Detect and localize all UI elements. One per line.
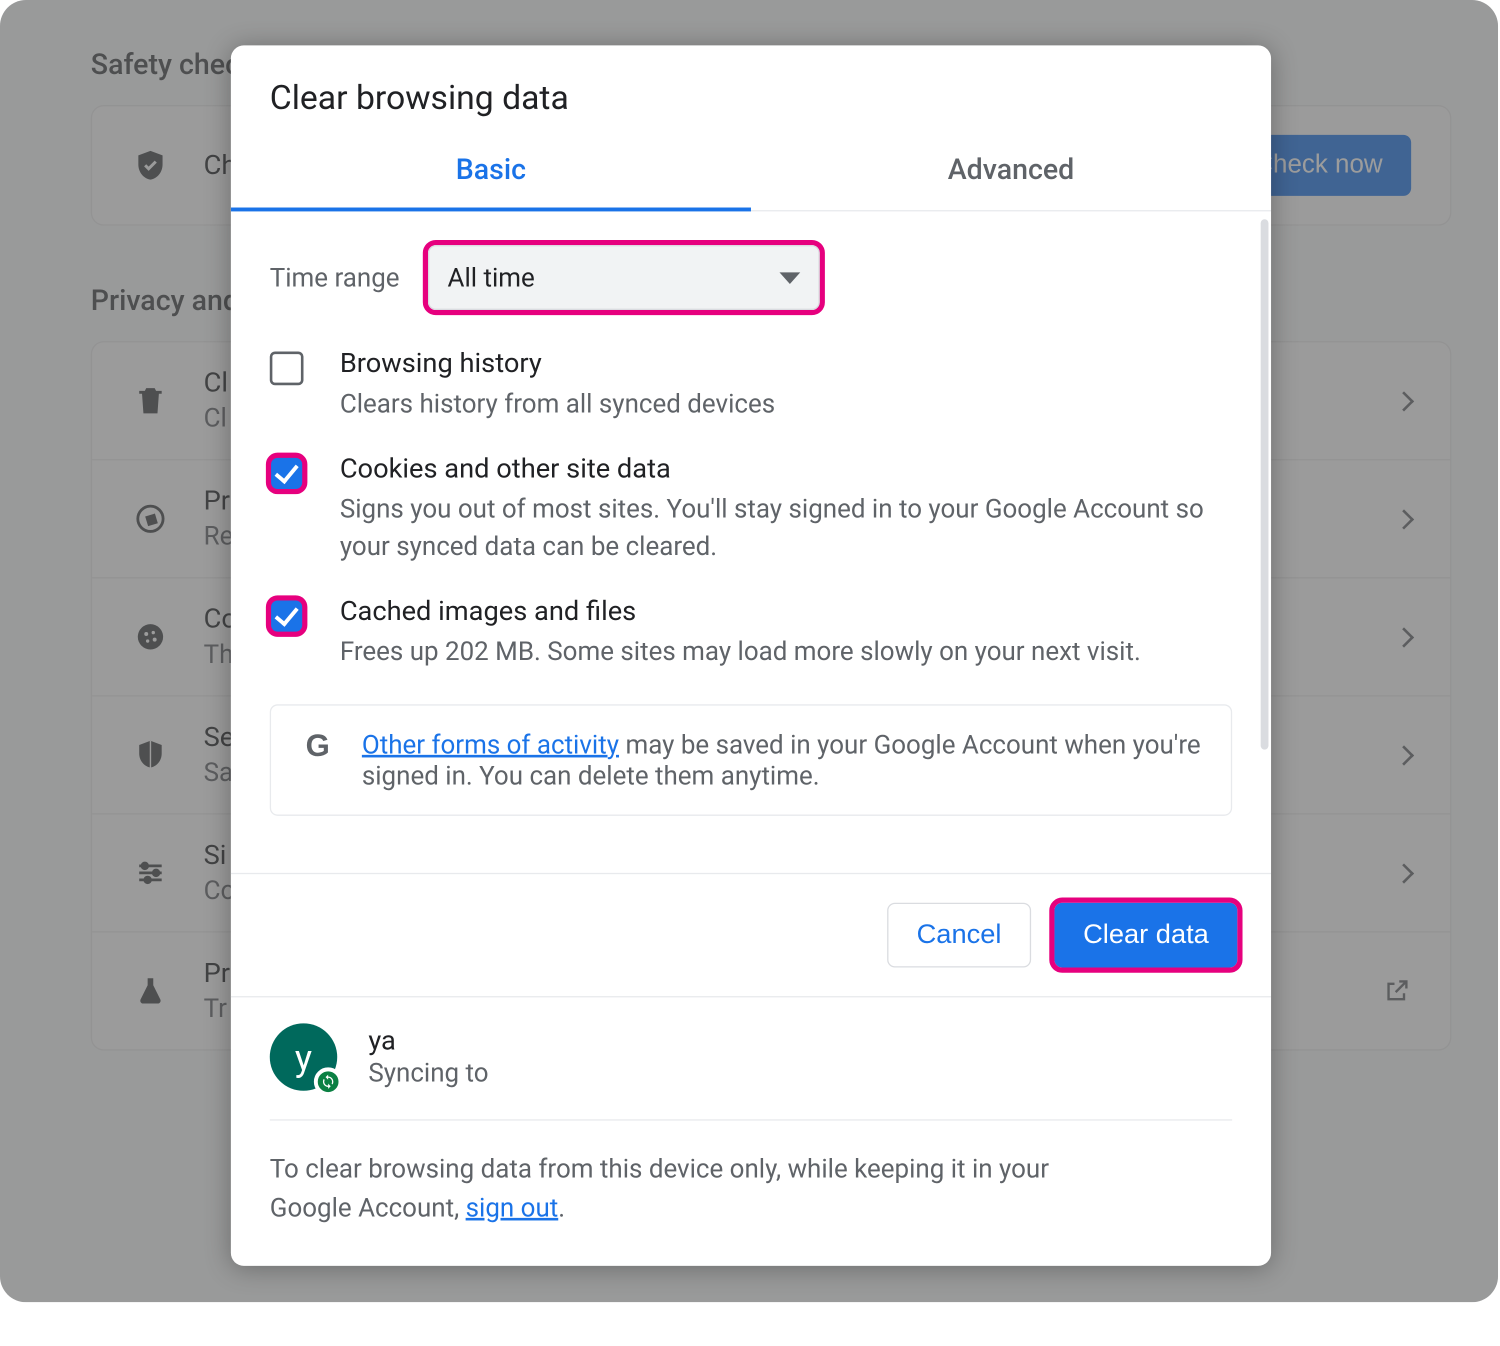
time-range-label: Time range [270, 262, 400, 293]
clear-browsing-data-dialog: Clear browsing data Basic Advanced Time … [231, 45, 1271, 1265]
sync-status-icon [314, 1067, 343, 1096]
option-title: Cookies and other site data [340, 454, 1209, 485]
settings-row-sub: Tr [204, 992, 230, 1023]
device-only-note: To clear browsing data from this device … [231, 1121, 1165, 1266]
account-sync-status: Syncing to [368, 1057, 488, 1088]
option-desc: Clears history from all synced devices [340, 385, 775, 423]
clear-data-options: Browsing history Clears history from all … [270, 344, 1232, 671]
option-title: Cached images and files [340, 597, 1141, 628]
tab-advanced[interactable]: Advanced [751, 136, 1271, 210]
chevron-right-icon [1397, 625, 1411, 650]
cancel-button[interactable]: Cancel [887, 903, 1031, 968]
shield-check-icon [131, 146, 170, 185]
settings-row-title: Cl [204, 368, 228, 399]
clear-data-option[interactable]: Cached images and files Frees up 202 MB. … [270, 597, 1232, 671]
checkbox[interactable] [270, 351, 304, 385]
chevron-down-icon [780, 272, 801, 284]
time-range-select[interactable]: All time [423, 240, 825, 315]
dialog-tabs: Basic Advanced [231, 136, 1271, 211]
compass-icon [131, 499, 170, 538]
google-icon: G [300, 729, 336, 765]
checkbox[interactable] [270, 457, 304, 491]
chevron-right-icon [1397, 861, 1411, 886]
google-account-info: G Other forms of activity may be saved i… [270, 704, 1232, 816]
synced-account-row[interactable]: y ya Syncing to [231, 997, 1271, 1096]
other-activity-link[interactable]: Other forms of activity [362, 729, 619, 760]
shield-icon [131, 735, 170, 774]
tab-basic[interactable]: Basic [231, 136, 751, 210]
option-desc: Signs you out of most sites. You'll stay… [340, 490, 1209, 565]
chevron-right-icon [1397, 506, 1411, 531]
clear-data-button[interactable]: Clear data [1055, 903, 1238, 968]
checkbox[interactable] [270, 599, 304, 633]
clear-data-option[interactable]: Browsing history Clears history from all … [270, 349, 1232, 423]
settings-row-title: Pr [204, 958, 230, 989]
option-title: Browsing history [340, 349, 775, 380]
chevron-right-icon [1397, 743, 1411, 768]
time-range-value: All time [448, 262, 535, 293]
external-link-icon [1383, 977, 1412, 1006]
chevron-right-icon [1397, 388, 1411, 413]
dialog-title: Clear browsing data [231, 45, 1271, 136]
settings-row-title: Se [204, 722, 235, 753]
avatar-letter: y [295, 1036, 312, 1079]
settings-row-title: Pr [204, 486, 234, 517]
clear-data-option[interactable]: Cookies and other site data Signs you out… [270, 454, 1232, 566]
settings-row-sub: Sa [204, 756, 235, 787]
flask-icon [131, 971, 170, 1010]
cookie-icon [131, 617, 170, 656]
scrollbar[interactable] [1261, 219, 1269, 749]
avatar: y [270, 1023, 337, 1090]
sign-out-link[interactable]: sign out [466, 1192, 559, 1223]
sliders-icon [131, 853, 170, 892]
trash-icon [131, 381, 170, 420]
settings-row-sub: Cl [204, 402, 228, 433]
settings-row-sub: Re [204, 520, 234, 551]
option-desc: Frees up 202 MB. Some sites may load mor… [340, 633, 1141, 671]
account-name: ya [368, 1026, 488, 1057]
